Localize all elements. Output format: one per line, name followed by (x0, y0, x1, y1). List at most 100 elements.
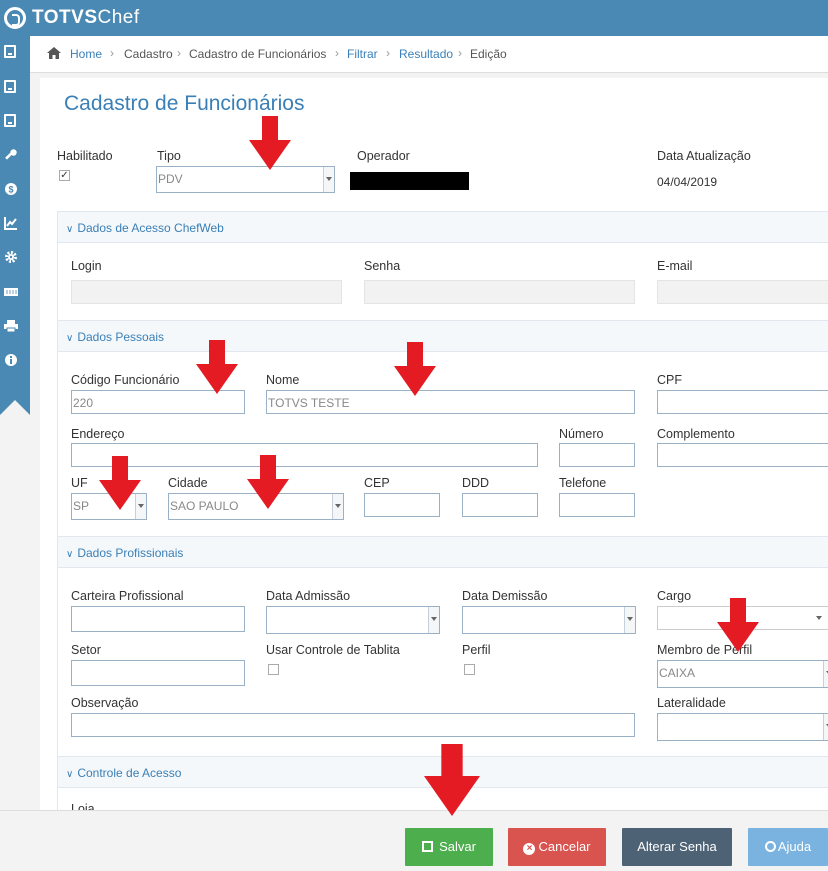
chevron-down-icon (816, 616, 822, 620)
section-acesso-header[interactable]: Dados de Acesso ChefWeb (57, 211, 828, 243)
cargo-label: Cargo (657, 589, 692, 603)
section-acesso-title: Dados de Acesso ChefWeb (66, 221, 224, 235)
perfil-checkbox[interactable] (464, 664, 475, 675)
email-label: E-mail (657, 259, 693, 273)
numero-label: Número (559, 427, 604, 441)
habilitado-label: Habilitado (57, 149, 113, 163)
arrow-down-icon (196, 340, 238, 394)
x-circle-icon: × (523, 843, 536, 855)
breadcrumb-filtrar[interactable]: Filtrar (347, 47, 378, 61)
cep-label: CEP (364, 476, 390, 490)
chevron-down-icon (332, 494, 343, 519)
nome-label: Nome (266, 373, 300, 387)
section-profissionais-header[interactable]: Dados Profissionais (57, 536, 828, 568)
save-button[interactable]: Salvar (405, 828, 493, 866)
breadcrumb-separator: › (335, 46, 339, 60)
nome-input[interactable]: TOTVS TESTE (266, 390, 635, 414)
sidebar-printer-icon[interactable] (4, 319, 18, 333)
breadcrumb-home[interactable]: Home (70, 47, 102, 61)
numero-input[interactable] (559, 443, 635, 467)
top-bar: TOTVSChef (0, 0, 828, 36)
admissao-label: Data Admissão (266, 589, 351, 603)
lateralidade-select[interactable] (657, 713, 828, 741)
nome-value: TOTVS TESTE (268, 396, 350, 410)
operador-redacted (350, 172, 469, 190)
sidebar: $ (0, 36, 30, 400)
codigo-value: 220 (73, 396, 94, 410)
setor-label: Setor (71, 643, 101, 657)
footer-bar: Salvar × Cancelar Alterar Senha Ajuda (0, 810, 828, 871)
sidebar-key-icon[interactable] (4, 148, 18, 162)
tipo-label: Tipo (157, 149, 181, 163)
sidebar-keyboard-icon[interactable] (4, 285, 18, 299)
cep-input[interactable] (364, 493, 440, 517)
complemento-label: Complemento (657, 427, 735, 441)
admissao-select[interactable] (266, 606, 440, 634)
cancel-button[interactable]: × Cancelar (508, 828, 606, 866)
breadcrumb: Home › Cadastro › Cadastro de Funcionári… (30, 36, 828, 73)
sidebar-info-icon[interactable] (4, 353, 18, 367)
sidebar-book-icon[interactable] (4, 45, 16, 58)
membro-select[interactable]: CAIXA (657, 660, 828, 688)
senha-input[interactable] (364, 280, 635, 304)
ddd-input[interactable] (462, 493, 538, 517)
totvs-chef-logo[interactable]: TOTVSChef (4, 5, 140, 31)
email-input[interactable] (657, 280, 828, 304)
endereco-input[interactable] (71, 443, 538, 467)
carteira-input[interactable] (71, 606, 245, 632)
uf-value: SP (73, 499, 90, 513)
arrow-down-icon (424, 744, 480, 816)
tablita-checkbox[interactable] (268, 664, 279, 675)
home-icon[interactable] (46, 46, 62, 60)
section-pessoais-header[interactable]: Dados Pessoais (57, 320, 828, 352)
observacao-label: Observação (71, 696, 139, 710)
carteira-label: Carteira Profissional (71, 589, 184, 603)
section-pessoais-title: Dados Pessoais (66, 330, 164, 344)
ddd-label: DDD (462, 476, 490, 490)
cidade-value: SAO PAULO (170, 499, 239, 513)
section-profissionais-title: Dados Profissionais (66, 546, 183, 560)
breadcrumb-resultado[interactable]: Resultado (399, 47, 453, 61)
breadcrumb-separator: › (386, 46, 390, 60)
sidebar-chart-icon[interactable] (4, 216, 18, 230)
arrow-down-icon (394, 342, 436, 396)
demissao-select[interactable] (462, 606, 636, 634)
breadcrumb-separator: › (177, 46, 181, 60)
sidebar-dollar-icon[interactable]: $ (4, 182, 18, 196)
change-password-button[interactable]: Alterar Senha (622, 828, 732, 866)
cidade-label: Cidade (168, 476, 208, 490)
login-input[interactable] (71, 280, 342, 304)
page-title: Cadastro de Funcionários (64, 92, 305, 115)
breadcrumb-separator: › (458, 46, 462, 60)
arrow-down-icon (247, 455, 289, 509)
cpf-label: CPF (657, 373, 682, 387)
breadcrumb-cadastro: Cadastro (124, 47, 173, 61)
chevron-down-icon (624, 607, 635, 633)
lateralidade-label: Lateralidade (657, 696, 726, 710)
telefone-input[interactable] (559, 493, 635, 517)
section-controle-title: Controle de Acesso (66, 766, 181, 780)
telefone-label: Telefone (559, 476, 607, 490)
sidebar-book-icon-3[interactable] (4, 114, 16, 127)
complemento-input[interactable] (657, 443, 828, 467)
perfil-label: Perfil (462, 643, 491, 657)
habilitado-checkbox[interactable]: ✓ (59, 170, 70, 181)
chevron-down-icon (428, 607, 439, 633)
cancel-button-label: Cancelar (538, 839, 591, 854)
breadcrumb-edicao: Edição (470, 47, 507, 61)
sidebar-gear-icon[interactable] (4, 250, 18, 264)
sidebar-book-icon-2[interactable] (4, 80, 16, 93)
arrow-down-icon (249, 116, 291, 170)
tipo-select[interactable]: PDV (156, 166, 335, 193)
data-atualizacao-label: Data Atualização (657, 149, 751, 163)
uf-label: UF (71, 476, 88, 490)
arrow-down-icon (99, 456, 141, 510)
help-button[interactable]: Ajuda (748, 828, 828, 866)
floppy-icon (422, 841, 434, 852)
setor-input[interactable] (71, 660, 245, 686)
loja-label: Loja (71, 802, 95, 810)
tablita-label: Usar Controle de Tablita (266, 643, 400, 657)
chevron-down-icon (823, 714, 828, 740)
cpf-input[interactable] (657, 390, 828, 414)
observacao-input[interactable] (71, 713, 635, 737)
